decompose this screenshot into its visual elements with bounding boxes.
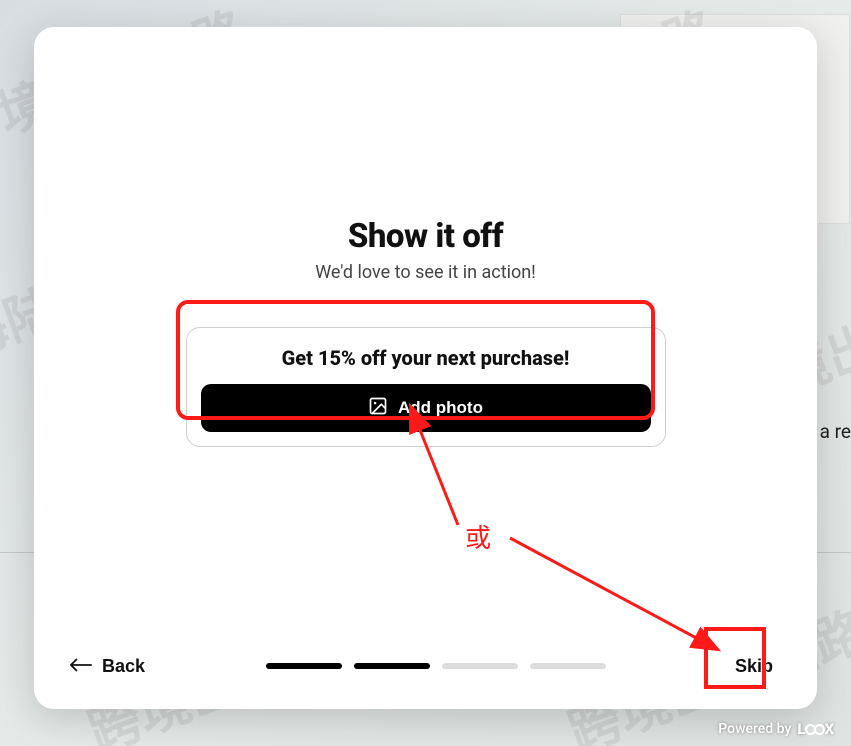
brand-logo-text: LX — [797, 720, 835, 738]
modal-subtitle: We'd love to see it in action! — [315, 262, 536, 283]
progress-step-2 — [354, 663, 430, 669]
annotation-arrow-to-skip — [505, 530, 725, 670]
powered-by-branding: Powered by LX — [718, 720, 835, 738]
skip-button[interactable]: Skip — [727, 652, 781, 681]
progress-step-1 — [266, 663, 342, 669]
back-button-label: Back — [102, 656, 145, 677]
image-icon — [368, 396, 388, 421]
offer-headline: Get 15% off your next purchase! — [201, 346, 651, 370]
annotation-arrow-to-offer — [398, 415, 478, 535]
arrow-left-icon — [70, 656, 92, 677]
skip-button-label: Skip — [735, 656, 773, 676]
powered-by-prefix: Powered by — [718, 721, 791, 737]
back-button[interactable]: Back — [70, 656, 145, 677]
modal-title: Show it off — [348, 217, 503, 256]
